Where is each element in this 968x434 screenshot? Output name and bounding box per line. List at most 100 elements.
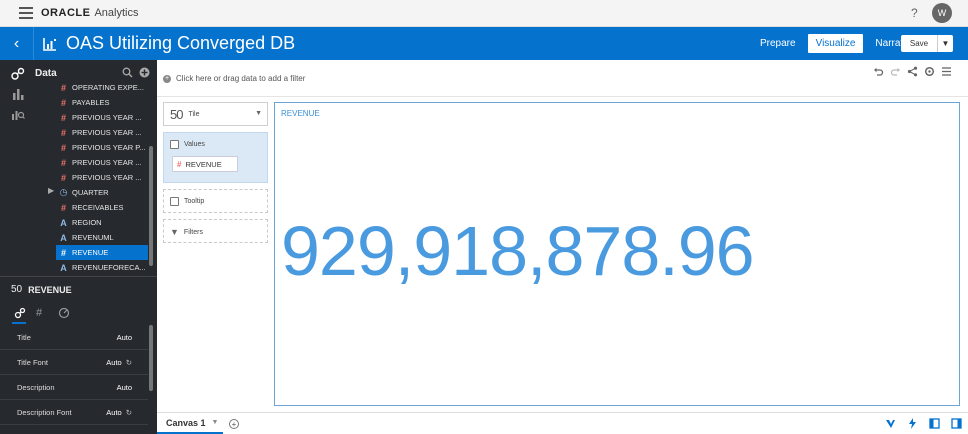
refresh-settings-icon[interactable] [924,66,935,77]
property-label: Description [17,382,55,392]
property-value[interactable]: Auto [117,383,132,392]
share-icon[interactable] [907,66,918,77]
right-panel-toggle-icon[interactable] [951,418,962,429]
data-element[interactable]: # PREVIOUS YEAR P... [56,140,148,155]
tab-prepare[interactable]: Prepare [760,34,796,53]
help-icon[interactable]: ? [911,6,918,20]
measure-icon: # [60,157,66,168]
add-filter-text: Click here or drag data to add a filter [176,74,306,83]
menu-icon[interactable] [941,66,952,77]
number-format-icon[interactable]: # [36,307,48,319]
chevron-down-icon[interactable]: ▼ [212,419,219,426]
filters-drop-zone[interactable]: ▼ Filters [163,219,268,243]
properties-element-name: REVENUE [28,284,72,295]
general-properties-icon[interactable] [14,307,26,319]
data-panel-title: Data [35,68,57,79]
filters-header: ▼ Filters [170,227,203,237]
data-element[interactable]: # RECEIVABLES [56,200,148,215]
grammar-panel: 50 Tile ▼ Values # REVENUE Tooltip ▼ Fil… [157,97,274,412]
measure-icon: # [177,159,182,169]
brand-oracle-text: ORACLE [41,7,91,19]
values-drop-zone[interactable]: Values # REVENUE [163,132,268,183]
measure-icon: # [60,112,66,123]
auto-apply-icon[interactable] [885,418,896,429]
property-row: Title Auto [0,325,148,350]
tooltip-icon [170,197,179,206]
data-elements-icon[interactable] [11,67,25,81]
properties-header: 50 REVENUE [11,284,72,295]
data-element[interactable]: # OPERATING EXPE... [56,80,148,95]
analytics-icon[interactable] [11,107,25,121]
tooltip-header: Tooltip [170,197,204,206]
save-group: Save ▼ [901,35,953,52]
lightning-icon[interactable] [907,418,918,429]
viz-type-selector[interactable]: 50 Tile ▼ [163,102,268,126]
tooltip-drop-zone[interactable]: Tooltip [163,189,268,213]
save-dropdown-icon[interactable]: ▼ [937,35,953,52]
revenue-chip[interactable]: # REVENUE [172,156,238,172]
search-icon[interactable] [122,67,133,78]
measure-icon: # [60,247,66,258]
properties-tabs: # [14,307,70,319]
tab-canvas-1[interactable]: Canvas 1 ▼ [157,413,223,434]
hamburger-menu-icon[interactable] [19,7,33,19]
chevron-down-icon: ▼ [255,110,262,117]
property-row: Description Auto [0,375,148,400]
measure-icon: # [60,202,66,213]
panel-divider[interactable] [0,276,157,277]
add-filter-icon: + [163,74,171,83]
visualizations-icon[interactable] [11,87,25,101]
add-filter-area[interactable]: + Click here or drag data to add a filte… [163,74,305,83]
measure-icon: # [60,82,66,93]
mode-switcher: Prepare Visualize Narrate [760,27,921,60]
active-tab-indicator [12,322,26,324]
data-element[interactable]: A REVENUML [56,230,148,245]
project-chart-icon [43,37,56,51]
data-panel-scrollbar[interactable] [149,146,153,266]
property-label: Title [17,332,31,342]
attribute-icon: A [60,232,67,243]
data-element[interactable]: # PREVIOUS YEAR ... [56,170,148,185]
save-button[interactable]: Save [901,35,937,52]
property-value[interactable]: Auto [117,333,132,342]
data-element[interactable]: # PREVIOUS YEAR ... [56,155,148,170]
left-panel-toggle-icon[interactable] [929,418,940,429]
viz-type-label: Tile [188,110,200,118]
add-canvas-icon[interactable]: + [229,419,239,429]
add-data-icon[interactable] [139,67,150,78]
data-panel: Data ▶ # OPERATING EXPE... # PAYABLES # PRE… [0,60,157,434]
expand-quarter-icon[interactable]: ▶ [48,186,54,195]
redo-icon[interactable] [890,66,901,77]
data-element[interactable]: # PREVIOUS YEAR ... [56,110,148,125]
filter-bar: + Click here or drag data to add a filte… [157,60,968,97]
properties-scrollbar[interactable] [149,325,153,391]
tab-visualize[interactable]: Visualize [807,34,864,53]
data-element[interactable]: ◷ QUARTER [56,185,148,200]
canvas-toolbar [873,66,952,77]
property-row: Title Font Auto ↻ [0,350,148,375]
property-value[interactable]: Auto ↻ [106,408,132,417]
data-element[interactable]: A REVENUEFORECA... [56,260,148,275]
tile-visualization[interactable]: REVENUE 929,918,878.96 [274,102,960,406]
filter-funnel-icon: ▼ [170,227,179,237]
tile-title: REVENUE [281,109,320,118]
measure-icon: # [60,142,66,153]
tile-viz-icon: 50 [11,284,23,295]
property-label: Description Font [17,407,72,417]
tile-value: 929,918,878.96 [281,212,755,290]
undo-icon[interactable] [873,66,884,77]
property-row: Description Font Auto ↻ [0,400,148,425]
back-chevron-icon[interactable]: ‹ [0,27,34,60]
data-element[interactable]: A REGION [56,215,148,230]
reset-icon[interactable]: ↻ [126,358,132,367]
reset-icon[interactable]: ↻ [126,408,132,417]
property-value[interactable]: Auto ↻ [106,358,132,367]
data-element[interactable]: # PAYABLES [56,95,148,110]
clock-icon: ◷ [59,187,68,197]
measure-icon: # [60,172,66,183]
user-avatar[interactable]: W [932,3,952,23]
analytics-properties-icon[interactable] [58,307,70,319]
data-element[interactable]: # PREVIOUS YEAR ... [56,125,148,140]
attribute-icon: A [60,217,67,228]
data-element-selected[interactable]: # REVENUE [56,245,148,260]
